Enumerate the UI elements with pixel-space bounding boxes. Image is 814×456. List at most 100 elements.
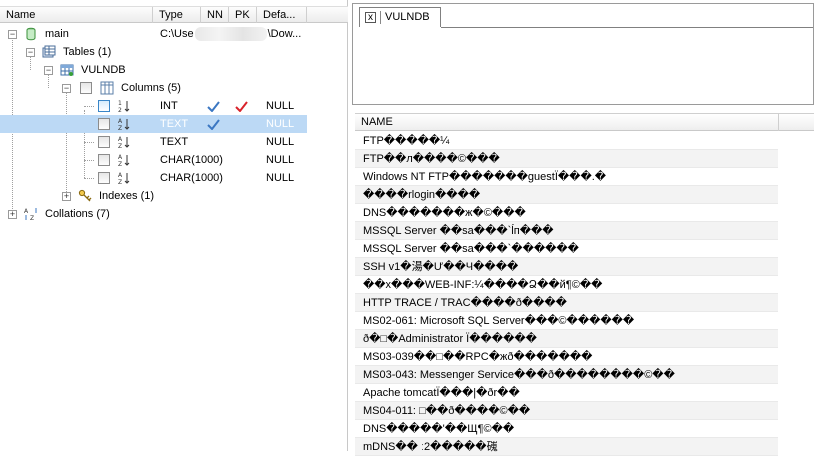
col-header-nn[interactable]: NN (201, 7, 229, 23)
field-type: CHAR(1000) (160, 154, 223, 166)
grid-row[interactable]: mDNS�� ː2�����䃬 (355, 438, 778, 456)
tables-label: Tables (1) (63, 46, 112, 58)
grid-row[interactable]: FTP��л����©��� (355, 150, 778, 168)
field-default: NULL (266, 136, 295, 148)
grid-row[interactable]: ��x���WEB-INF:¼����Ձ��й¶©�� (355, 276, 778, 294)
grid-row[interactable]: HTTP TRACE / TRAC����ð���� (355, 294, 778, 312)
columns-label: Columns (5) (121, 82, 181, 94)
svg-text:1: 1 (118, 100, 122, 107)
grid-row[interactable]: ð�□�Administrator Ï������ (355, 330, 778, 348)
collapse-toggle[interactable]: − (26, 48, 35, 57)
tree-node-field[interactable]: A Z CHAR(1000) NULL (0, 169, 307, 187)
tree-node-field[interactable]: A Z TEXT NULL (0, 115, 307, 133)
table-name: VULNDB (81, 64, 126, 76)
tree-node-tables[interactable]: − Tables (1) (0, 43, 307, 61)
check-icon (207, 119, 220, 130)
tree-node-table[interactable]: − VULNDB (0, 61, 307, 79)
redacted-path (194, 27, 267, 42)
field-type: TEXT (160, 118, 189, 130)
field-checkbox[interactable] (98, 100, 110, 112)
tab-baseline (441, 27, 813, 28)
tree-node-collations[interactable]: + A Z Collations (7) (0, 205, 307, 223)
grid-row[interactable]: SSH v1�湯�Ư��Ч���� (355, 258, 778, 276)
svg-text:2: 2 (118, 107, 122, 113)
grid-row[interactable]: DNS�����'��Щ¶©�� (355, 420, 778, 438)
tree-node-field[interactable]: 1 2 INT NULL (0, 97, 307, 115)
grid-row[interactable]: MS02-061: Microsoft SQL Server���©������ (355, 312, 778, 330)
database-name: main (45, 28, 69, 40)
column-divider[interactable] (778, 114, 779, 131)
expand-toggle[interactable]: + (8, 210, 17, 219)
tab-separator (380, 11, 381, 24)
grid-row[interactable]: Windows NT FTP�������guestÏ���.� (355, 168, 778, 186)
field-type: CHAR(1000) (160, 172, 223, 184)
sort-field-icon: 1 2 (118, 100, 130, 113)
grid-row[interactable]: Apache tomcatÏ���|�ðr�� (355, 384, 778, 402)
database-path: C:\Use \Dow... (160, 25, 301, 43)
collapse-toggle[interactable]: − (62, 84, 71, 93)
grid-row[interactable]: MS04-011: □��ð����©�� (355, 402, 778, 420)
columns-checkbox[interactable] (80, 82, 92, 94)
grid-row[interactable]: MSSQL Server ��sa���`������ (355, 240, 778, 258)
collapse-toggle[interactable]: − (44, 66, 53, 75)
field-checkbox[interactable] (98, 154, 110, 166)
field-checkbox[interactable] (98, 118, 110, 130)
svg-text:Z: Z (118, 125, 122, 131)
tree-node-indexes[interactable]: + Indexes (1) (0, 187, 307, 205)
field-checkbox[interactable] (98, 136, 110, 148)
grid-row[interactable]: ����rlogin���� (355, 186, 778, 204)
tables-icon (42, 45, 56, 58)
field-default: NULL (266, 100, 295, 112)
tree-node-field[interactable]: A Z CHAR(1000) NULL (0, 151, 307, 169)
editor-tab-area: x VULNDB (352, 3, 814, 105)
field-checkbox[interactable] (98, 172, 110, 184)
check-icon (207, 101, 220, 112)
schema-tree-panel: Name Type NN PK Defa... − main C:\Use \Do… (0, 0, 348, 451)
table-icon (60, 64, 74, 76)
svg-text:Z: Z (30, 215, 34, 221)
svg-text:Z: Z (118, 161, 122, 167)
col-header-pk[interactable]: PK (229, 7, 257, 23)
database-icon (26, 27, 36, 41)
svg-text:A: A (24, 208, 29, 215)
field-default: NULL (266, 172, 295, 184)
svg-text:A: A (118, 118, 123, 125)
check-icon (235, 101, 248, 112)
grid-header: NAME (355, 114, 814, 131)
grid-row[interactable]: MS03-039��□��RPC�жð������� (355, 348, 778, 366)
col-header-name[interactable]: Name (0, 7, 153, 23)
expand-toggle[interactable]: + (62, 192, 71, 201)
sort-field-icon: A Z (118, 154, 130, 167)
grid-row[interactable]: MS03-043: Messenger Service���ð��������©… (355, 366, 778, 384)
tab-vulndb[interactable]: x VULNDB (359, 7, 441, 27)
col-header-default[interactable]: Defa... (257, 7, 307, 23)
indexes-label: Indexes (1) (99, 190, 155, 202)
column-header-name[interactable]: NAME (361, 116, 393, 128)
collations-label: Collations (7) (45, 208, 110, 220)
database-path-suffix: \Dow... (267, 28, 302, 40)
collations-icon: A Z (24, 208, 37, 221)
data-grid: NAME FTP�����¼ FTP��л����©��� Windows NT… (355, 113, 814, 456)
grid-row[interactable]: FTP�����¼ (355, 132, 778, 150)
col-header-type[interactable]: Type (153, 7, 201, 23)
grid-row[interactable]: DNS�������ж�©��� (355, 204, 778, 222)
sort-field-icon: A Z (118, 118, 130, 131)
key-icon (78, 189, 92, 202)
svg-text:Z: Z (118, 143, 122, 149)
svg-text:A: A (118, 136, 123, 143)
tree-node-columns[interactable]: − Columns (5) (0, 79, 307, 97)
tree-node-field[interactable]: A Z TEXT NULL (0, 133, 307, 151)
field-type: TEXT (160, 136, 189, 148)
field-default: NULL (266, 154, 295, 166)
sort-field-icon: A Z (118, 136, 130, 149)
collapse-toggle[interactable]: − (8, 30, 17, 39)
tree-node-database[interactable]: − main C:\Use \Dow... (0, 25, 307, 43)
svg-text:A: A (118, 154, 123, 161)
svg-text:Z: Z (118, 179, 122, 185)
tree-header: Name Type NN PK Defa... (0, 6, 348, 23)
tab-label: VULNDB (385, 11, 430, 23)
database-path-prefix: C:\Use (160, 28, 194, 40)
grid-row[interactable]: MSSQL Server ��sa���`ĺп��� (355, 222, 778, 240)
columns-icon (100, 81, 114, 95)
close-icon[interactable]: x (365, 12, 376, 23)
